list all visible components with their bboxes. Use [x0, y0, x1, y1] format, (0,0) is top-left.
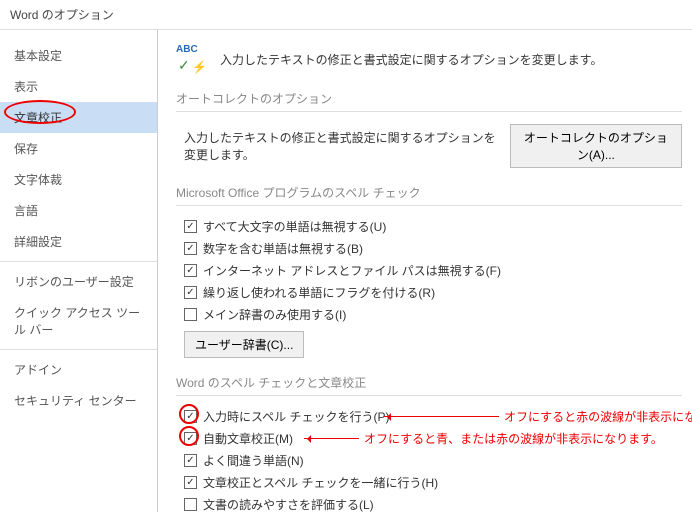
word-spell-list: 入力時にスペル チェックを行う(P) オフにすると赤の波線が非表示になります。 …: [184, 408, 682, 512]
section-word-spell-header: Word のスペル チェックと文章校正: [176, 374, 682, 396]
autocorrect-options-button[interactable]: オートコレクトのオプション(A)...: [510, 124, 682, 168]
checkbox-icon[interactable]: [184, 410, 197, 423]
window-title: Word のオプション: [0, 0, 692, 30]
section-msoffice-spell-header: Microsoft Office プログラムのスペル チェック: [176, 184, 682, 206]
check-label: インターネット アドレスとファイル パスは無視する(F): [203, 262, 501, 279]
sidebar-item-trust[interactable]: セキュリティ センター: [0, 385, 157, 416]
sidebar-item-basic[interactable]: 基本設定: [0, 40, 157, 71]
content-container: 基本設定 表示 文章校正 保存 文字体裁 言語 詳細設定 リボンのユーザー設定 …: [0, 30, 692, 512]
section-autocorrect-header: オートコレクトのオプション: [176, 90, 682, 112]
check-label: 数字を含む単語は無視する(B): [203, 240, 363, 257]
sidebar-divider: [0, 261, 157, 262]
check-label: すべて大文字の単語は無視する(U): [203, 218, 386, 235]
sidebar-item-save[interactable]: 保存: [0, 133, 157, 164]
check-label: 自動文章校正(M): [203, 430, 293, 447]
sidebar-item-advanced[interactable]: 詳細設定: [0, 226, 157, 257]
sidebar-item-typography[interactable]: 文字体裁: [0, 164, 157, 195]
checkbox-icon[interactable]: [184, 476, 197, 489]
sidebar-item-label: 文章校正: [14, 111, 62, 125]
checkbox-icon[interactable]: [184, 242, 197, 255]
annotation-text: オフにすると赤の波線が非表示になります。: [504, 408, 692, 425]
sidebar-item-proofing[interactable]: 文章校正: [0, 102, 157, 133]
checkbox-icon[interactable]: [184, 432, 197, 445]
proofing-icon: ABC ✓ ⚡: [176, 44, 210, 74]
sidebar-item-qat[interactable]: クイック アクセス ツール バー: [0, 297, 157, 345]
sidebar: 基本設定 表示 文章校正 保存 文字体裁 言語 詳細設定 リボンのユーザー設定 …: [0, 30, 158, 512]
checkbox-icon[interactable]: [184, 286, 197, 299]
checkbox-icon[interactable]: [184, 498, 197, 511]
checkbox-icon[interactable]: [184, 220, 197, 233]
check-spell-as-type[interactable]: 入力時にスペル チェックを行う(P) オフにすると赤の波線が非表示になります。: [184, 408, 682, 425]
autocorrect-desc: 入力したテキストの修正と書式設定に関するオプションを変更します。: [184, 129, 500, 163]
check-auto-grammar[interactable]: 自動文章校正(M) オフにすると青、または赤の波線が非表示になります。: [184, 430, 682, 447]
check-ignore-numbers[interactable]: 数字を含む単語は無視する(B): [184, 240, 682, 257]
check-grammar-with-spelling[interactable]: 文章校正とスペル チェックを一緒に行う(H): [184, 474, 682, 491]
check-label: 入力時にスペル チェックを行う(P): [203, 408, 390, 425]
main-panel: ABC ✓ ⚡ 入力したテキストの修正と書式設定に関するオプションを変更します。…: [158, 30, 692, 512]
check-confused-words[interactable]: よく間違う単語(N): [184, 452, 682, 469]
check-flag-repeated[interactable]: 繰り返し使われる単語にフラグを付ける(R): [184, 284, 682, 301]
check-label: 文章校正とスペル チェックを一緒に行う(H): [203, 474, 438, 491]
checkbox-icon[interactable]: [184, 264, 197, 277]
msoffice-spell-list: すべて大文字の単語は無視する(U) 数字を含む単語は無視する(B) インターネッ…: [184, 218, 682, 358]
check-label: 繰り返し使われる単語にフラグを付ける(R): [203, 284, 435, 301]
sidebar-item-language[interactable]: 言語: [0, 195, 157, 226]
checkbox-icon[interactable]: [184, 308, 197, 321]
user-dict-button[interactable]: ユーザー辞書(C)...: [184, 331, 304, 358]
autocorrect-row: 入力したテキストの修正と書式設定に関するオプションを変更します。 オートコレクト…: [184, 124, 682, 168]
check-label: よく間違う単語(N): [203, 452, 304, 469]
checkbox-icon[interactable]: [184, 454, 197, 467]
check-label: メイン辞書のみ使用する(I): [203, 306, 346, 323]
intro-text: 入力したテキストの修正と書式設定に関するオプションを変更します。: [220, 51, 602, 68]
check-main-dict-only[interactable]: メイン辞書のみ使用する(I): [184, 306, 682, 323]
annotation-text: オフにすると青、または赤の波線が非表示になります。: [364, 430, 663, 447]
sidebar-item-display[interactable]: 表示: [0, 71, 157, 102]
sidebar-item-addins[interactable]: アドイン: [0, 354, 157, 385]
intro-row: ABC ✓ ⚡ 入力したテキストの修正と書式設定に関するオプションを変更します。: [176, 44, 682, 74]
annotation-arrow: [304, 438, 359, 439]
sidebar-divider: [0, 349, 157, 350]
check-ignore-uppercase[interactable]: すべて大文字の単語は無視する(U): [184, 218, 682, 235]
sidebar-item-ribbon[interactable]: リボンのユーザー設定: [0, 266, 157, 297]
annotation-arrow: [384, 416, 499, 417]
check-ignore-internet[interactable]: インターネット アドレスとファイル パスは無視する(F): [184, 262, 682, 279]
